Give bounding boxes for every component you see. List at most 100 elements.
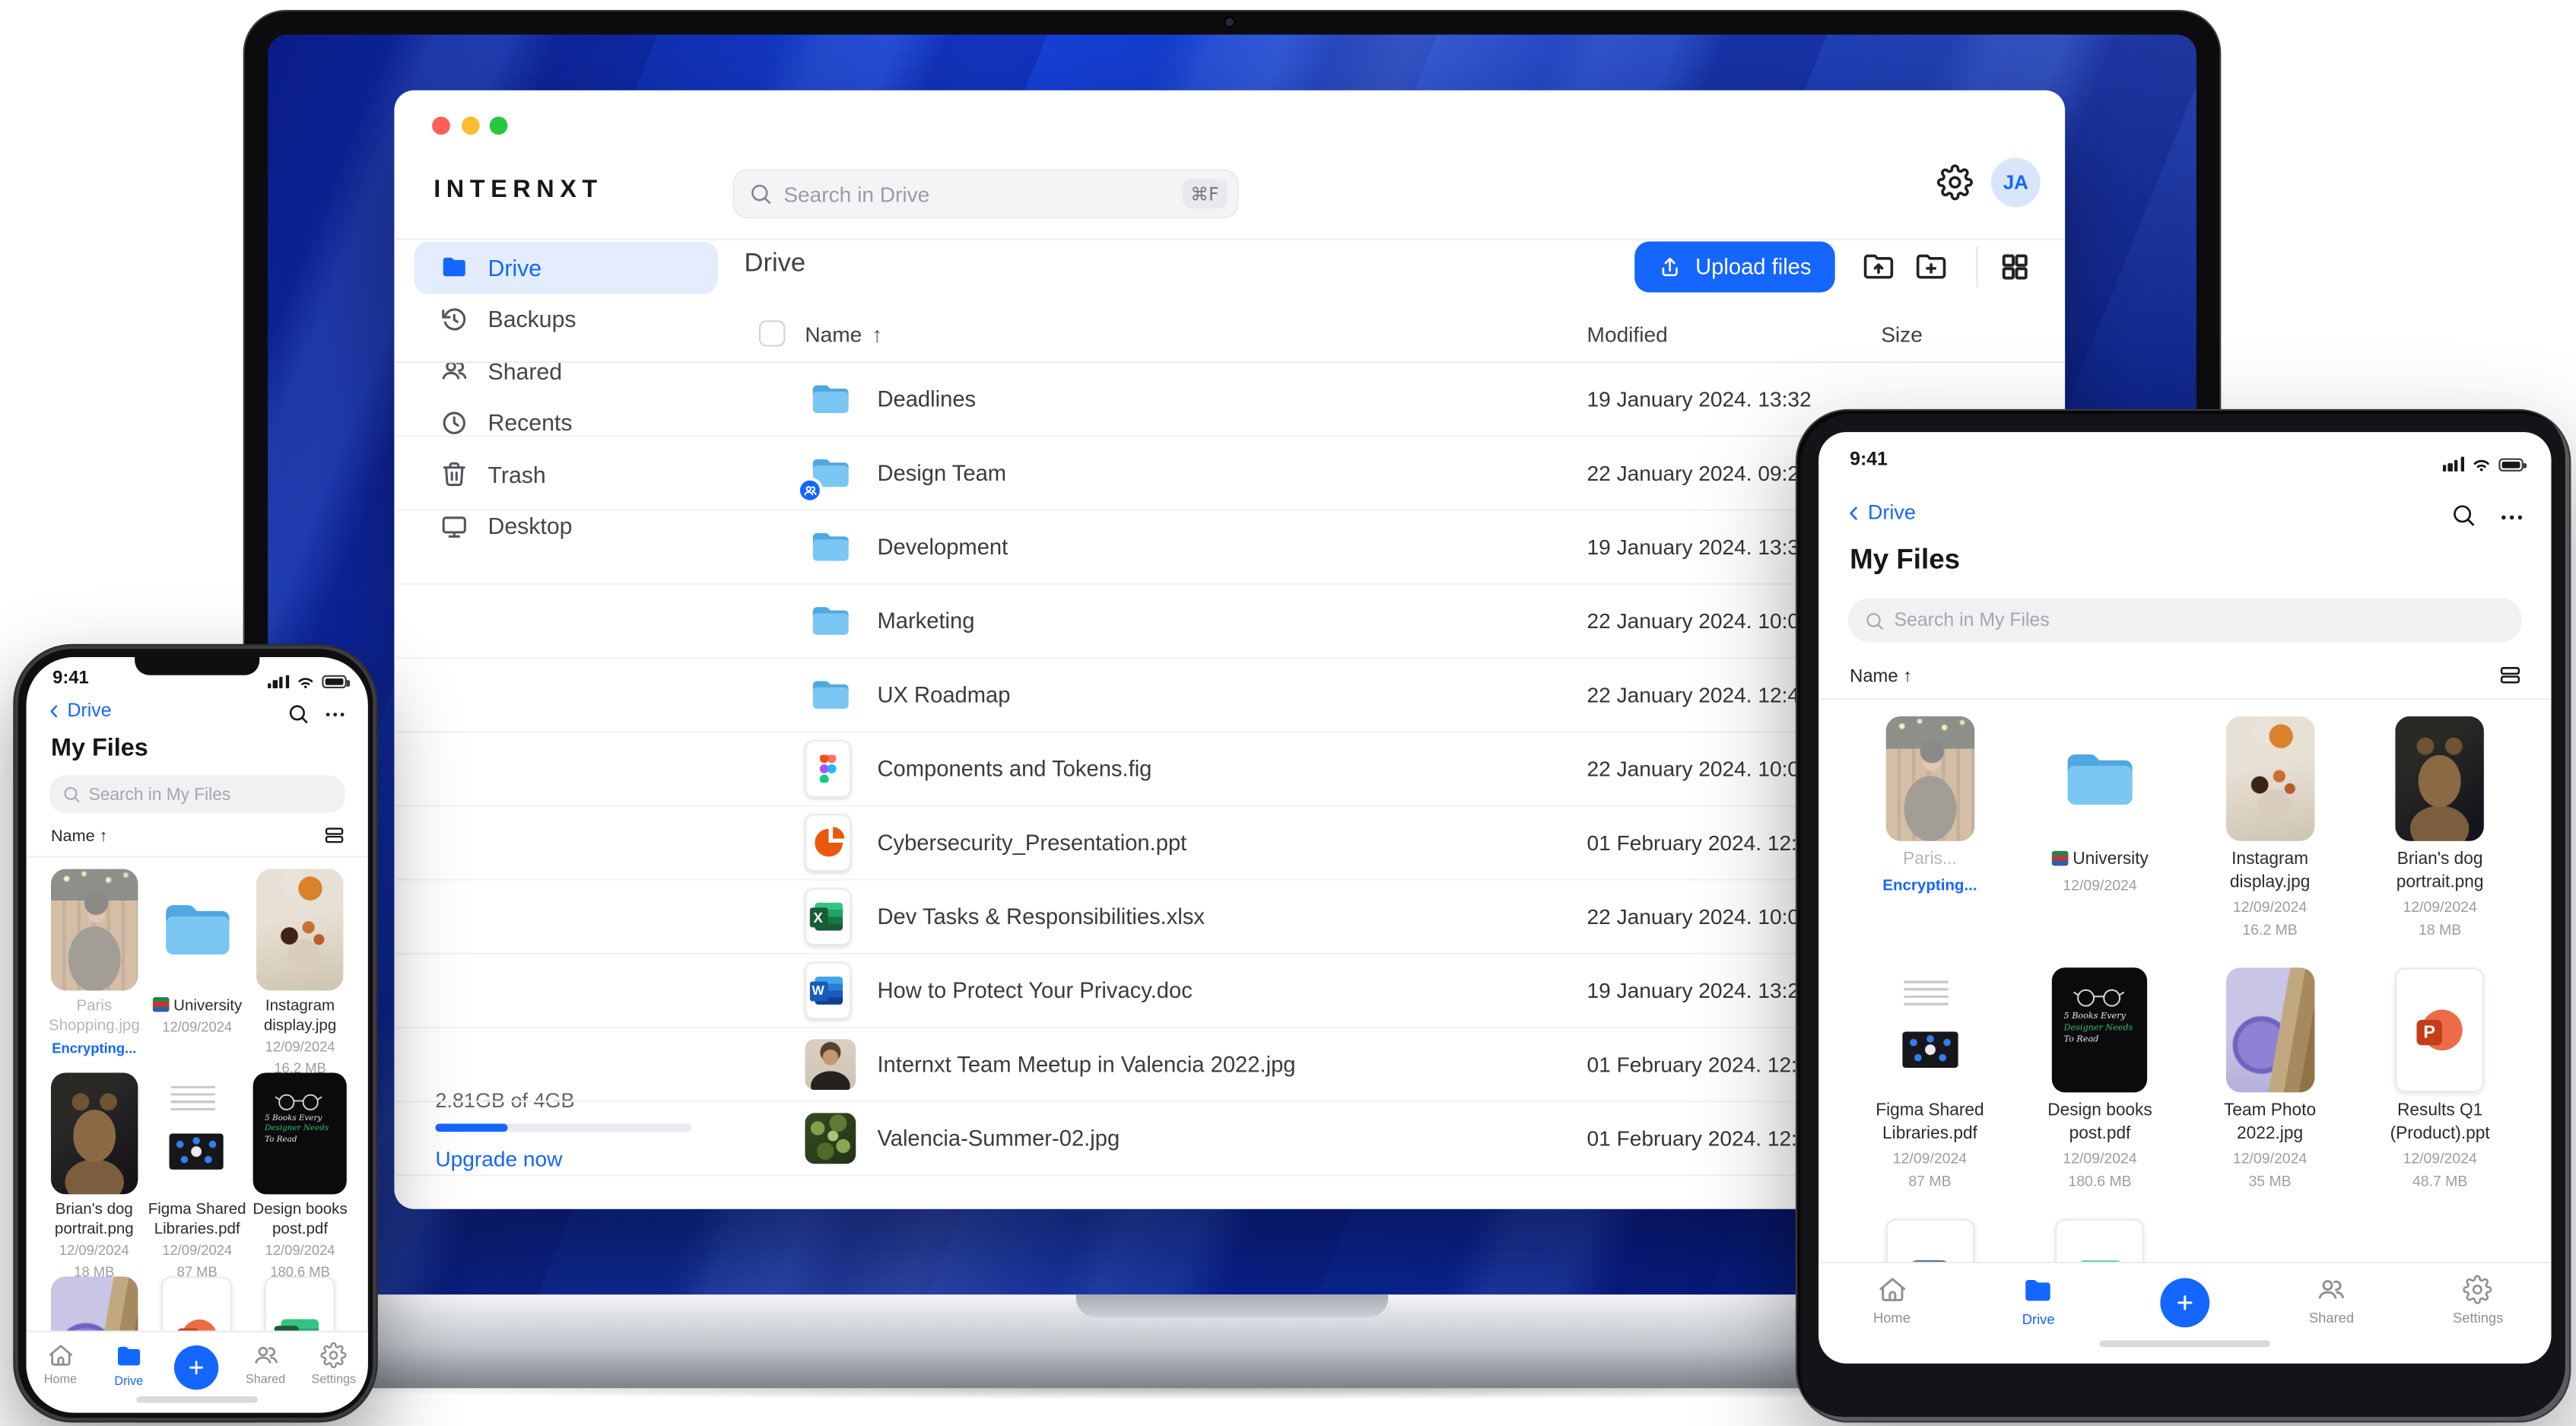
- upload-folder-icon[interactable]: [1861, 249, 1895, 284]
- powerpoint-file-icon: [805, 814, 851, 872]
- more-options-icon[interactable]: [324, 703, 347, 726]
- file-size: 18 MB: [2419, 922, 2462, 939]
- search-bar[interactable]: [1848, 598, 2522, 643]
- search-input[interactable]: [88, 784, 332, 805]
- settings-gear-icon[interactable]: [1937, 164, 1974, 201]
- thumbnail-design-books: 5 Books Every Designer Needs To Read: [2052, 967, 2148, 1093]
- list-view-icon[interactable]: [324, 824, 345, 846]
- file-item[interactable]: Instagram display.jpg 12/09/2024 16.2 MB: [249, 867, 351, 1075]
- gear-icon: [2463, 1275, 2493, 1304]
- search-icon: [62, 785, 81, 803]
- thumbnail-instagram-display: [2225, 716, 2314, 841]
- file-date: 12/09/2024: [2403, 1150, 2477, 1167]
- header-divider: [394, 238, 2066, 240]
- nav-home[interactable]: Home: [1818, 1263, 1965, 1364]
- home-indicator[interactable]: [2099, 1339, 2271, 1348]
- file-item[interactable]: Figma Shared Libraries.pdf 12/09/2024 87…: [1845, 966, 2015, 1217]
- file-name: Internxt Team Meetup in Valencia 2022.jp…: [877, 1052, 1296, 1077]
- search-input[interactable]: [1894, 610, 2506, 630]
- nav-add[interactable]: [2111, 1263, 2258, 1364]
- file-item[interactable]: 5 Books Every Designer Needs To Read Des…: [2015, 966, 2185, 1217]
- page-title: My Files: [50, 734, 148, 763]
- file-item[interactable]: Brian's dog portrait.png 12/09/2024 18 M…: [2355, 715, 2525, 966]
- file-item[interactable]: Team Photo 2022.jpg 12/09/2024 35 MB: [2185, 966, 2355, 1217]
- file-item[interactable]: Figma Shared Libraries.pdf 12/09/2024 87…: [145, 1071, 248, 1279]
- drive-search-input[interactable]: [783, 181, 1171, 207]
- zoom-window-button[interactable]: [489, 116, 508, 135]
- file-size: 87 MB: [1908, 1174, 1952, 1190]
- marketing-composite: INTERNXT ⌘F JA Drive Backups: [0, 0, 2576, 1426]
- folder-icon: [2023, 1275, 2054, 1306]
- file-item[interactable]: University 12/09/2024: [145, 867, 248, 1071]
- search-icon: [1865, 610, 1885, 630]
- file-item[interactable]: Instagram display.jpg 12/09/2024 16.2 MB: [2185, 715, 2355, 966]
- folder-icon: [805, 673, 856, 717]
- more-options-icon[interactable]: [2498, 504, 2525, 531]
- file-size: 180.6 MB: [2068, 1174, 2132, 1190]
- back-button[interactable]: Drive: [1845, 501, 1916, 524]
- file-item[interactable]: Paris... Encrypting...: [1845, 715, 2015, 966]
- window-controls: [432, 116, 508, 135]
- minimize-window-button[interactable]: [460, 116, 479, 135]
- file-name: Figma Shared Libraries.pdf: [1876, 1100, 1984, 1143]
- shared-folder-icon: [796, 451, 856, 504]
- search-icon[interactable]: [2451, 503, 2476, 527]
- column-header-modified[interactable]: Modified: [1587, 322, 1668, 346]
- avatar[interactable]: JA: [1990, 157, 2041, 208]
- file-name: Design books post.pdf: [2047, 1100, 2152, 1143]
- thumbnail-paris-shopping: [50, 869, 138, 991]
- file-item[interactable]: Results Q1 (Product).ppt 12/09/2024 48.7…: [2355, 966, 2525, 1217]
- page-title: My Files: [1850, 543, 1961, 575]
- back-label: Drive: [1867, 500, 1916, 525]
- nav-settings[interactable]: Settings: [300, 1332, 368, 1413]
- upload-files-button[interactable]: Upload files: [1634, 241, 1834, 293]
- new-folder-icon[interactable]: [1914, 249, 1948, 284]
- grid-view-icon[interactable]: [1999, 251, 2031, 282]
- column-header-size[interactable]: Size: [1881, 322, 1923, 346]
- sort-control[interactable]: Name ↑: [51, 828, 107, 846]
- sort-ascending-icon: ↑: [872, 322, 883, 347]
- file-modified: 01 February 2024. 12:30: [1587, 1052, 1822, 1077]
- add-button[interactable]: [2160, 1278, 2210, 1328]
- file-date: 12/09/2024: [2232, 1150, 2308, 1167]
- nav-shared[interactable]: Shared: [2258, 1263, 2405, 1364]
- search-icon[interactable]: [287, 703, 309, 724]
- search-bar[interactable]: [49, 775, 345, 814]
- file-date: 12/09/2024: [265, 1242, 335, 1259]
- sort-control[interactable]: Name ↑: [1850, 667, 1912, 687]
- file-name: Design books post.pdf: [253, 1200, 348, 1239]
- nav-settings[interactable]: Settings: [2405, 1263, 2552, 1364]
- select-all-checkbox[interactable]: [758, 320, 786, 347]
- search-icon: [749, 183, 772, 205]
- file-name: Paris...: [1903, 849, 1957, 869]
- file-item[interactable]: University 12/09/2024: [2015, 715, 2185, 966]
- close-window-button[interactable]: [432, 116, 450, 135]
- file-date: 12/09/2024: [59, 1242, 129, 1259]
- home-indicator[interactable]: [136, 1395, 259, 1403]
- add-button[interactable]: [175, 1345, 220, 1390]
- file-name: Results Q1 (Product).ppt: [2390, 1100, 2490, 1143]
- drive-search-bar[interactable]: ⌘F: [732, 169, 1239, 219]
- nav-drive[interactable]: Drive: [1965, 1263, 2112, 1364]
- file-name: Marketing: [877, 608, 975, 634]
- list-view-icon[interactable]: [2498, 664, 2521, 687]
- photo-thumbnail: [805, 1113, 856, 1164]
- sidebar-item-drive[interactable]: Drive: [414, 241, 718, 294]
- shared-badge-icon: [796, 477, 824, 504]
- file-item[interactable]: Brian's dog portrait.png 12/09/2024 18 M…: [43, 1071, 145, 1279]
- nav-home[interactable]: Home: [27, 1332, 95, 1413]
- thumbnail-dog-portrait: [50, 1072, 138, 1195]
- back-button[interactable]: Drive: [46, 701, 112, 721]
- file-modified: 01 February 2024. 12:30: [1587, 1126, 1822, 1151]
- file-date: 12/09/2024: [2403, 899, 2477, 916]
- word-file-icon: [805, 961, 851, 1020]
- folder-icon: [805, 525, 856, 569]
- file-item[interactable]: 5 Books Every Designer Needs To Read Des…: [249, 1071, 351, 1279]
- photo-thumbnail: [805, 1039, 856, 1091]
- file-name: Cybersecurity_Presentation.ppt: [877, 830, 1187, 856]
- file-item[interactable]: Paris Shopping.jpg Encrypting...: [43, 867, 145, 1071]
- file-name: Instagram display.jpg: [263, 997, 337, 1035]
- books-icon: [2051, 850, 2068, 866]
- file-name: Brian's dog portrait.png: [2396, 849, 2484, 892]
- column-header-name[interactable]: Name ↑: [805, 322, 882, 346]
